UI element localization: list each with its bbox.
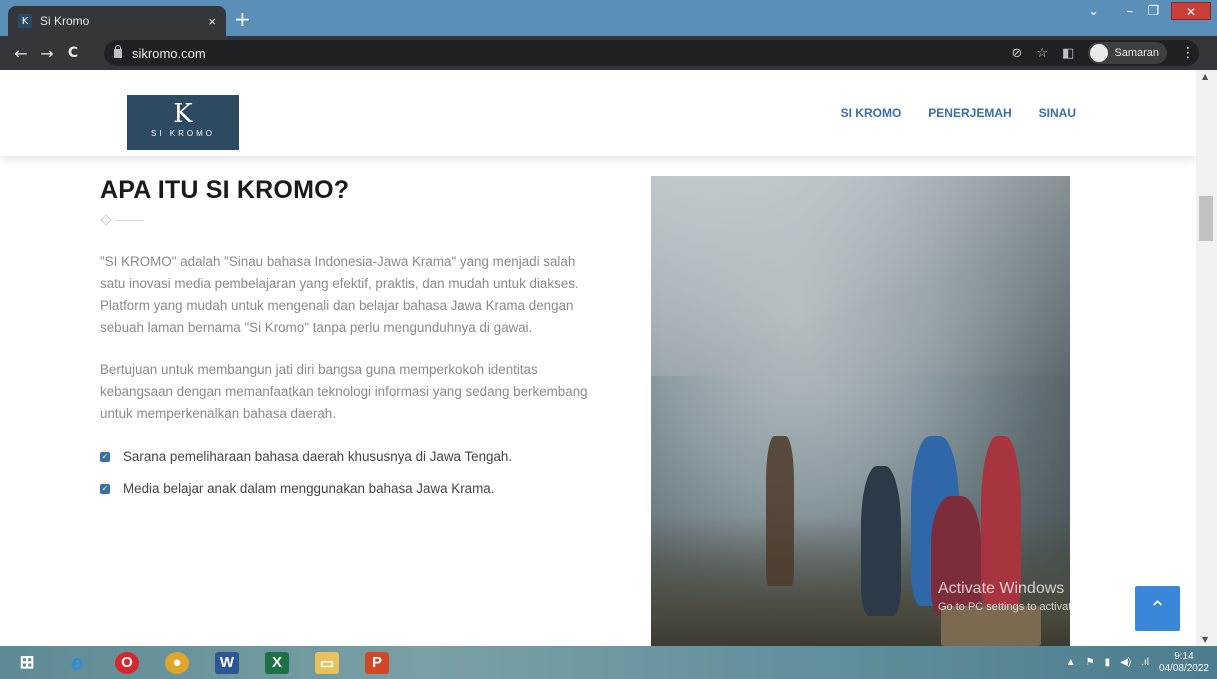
windows-taskbar: ⊞ e O ● W X ▭ P ▲ ⚑ ▮ ◀) .ıl 9:14 04/08/…	[0, 646, 1217, 679]
powerpoint-icon: P	[365, 651, 389, 674]
browser-menu-icon[interactable]: ⋮	[1181, 45, 1195, 61]
windows-logo-icon: ⊞	[19, 652, 35, 672]
new-tab-button[interactable]: +	[234, 8, 251, 30]
eye-off-icon[interactable]: ⊘	[1012, 46, 1023, 61]
minimize-button[interactable]: –	[1127, 4, 1134, 19]
browser-toolbar: ← → C sikromo.com ⊘ ☆ ◧ Samaran ⋮	[0, 36, 1217, 70]
list-item: ✓ Sarana pemeliharaan bahasa daerah khus…	[100, 449, 600, 464]
profile-label: Samaran	[1114, 47, 1159, 59]
system-tray: ▲ ⚑ ▮ ◀) .ıl 9:14 04/08/2022	[1066, 646, 1209, 679]
word-icon: W	[215, 651, 239, 674]
clock-time: 9:14	[1174, 650, 1194, 662]
chrome-icon: ●	[165, 651, 189, 674]
nav-sinau[interactable]: SINAU	[1039, 106, 1076, 120]
divider-line	[116, 220, 144, 221]
taskbar-excel[interactable]: X	[254, 648, 300, 678]
feature-checklist: ✓ Sarana pemeliharaan bahasa daerah khus…	[100, 449, 600, 496]
site-favicon-icon: K	[18, 14, 32, 28]
window-close-button[interactable]: ✕	[1171, 2, 1211, 20]
web-page: K SI KROMO SI KROMO PENERJEMAH SINAU APA…	[0, 70, 1196, 646]
scroll-thumb[interactable]	[1199, 196, 1213, 241]
taskbar-file-explorer[interactable]: ▭	[304, 648, 350, 678]
scroll-down-icon[interactable]: ▼	[1202, 635, 1208, 644]
purpose-paragraph: Bertujuan untuk membangun jati diri bang…	[100, 362, 588, 421]
folder-icon: ▭	[315, 651, 339, 674]
windows-start-button[interactable]: ⊞	[4, 648, 50, 678]
about-section: APA ITU SI KROMO? "SI KROMO" adalah "Sin…	[100, 176, 600, 513]
reload-button[interactable]: C	[60, 45, 86, 61]
system-clock[interactable]: 9:14 04/08/2022	[1159, 651, 1209, 675]
forward-button[interactable]: →	[34, 44, 60, 63]
heading-divider	[100, 211, 600, 231]
restore-button[interactable]: ❐	[1147, 4, 1159, 19]
action-center-flag-icon[interactable]: ⚑	[1086, 657, 1095, 668]
signal-icon[interactable]: .ıl	[1141, 657, 1149, 668]
taskbar-internet-explorer[interactable]: e	[54, 648, 100, 678]
activate-subtitle: Go to PC settings to activate Windows.	[938, 601, 1129, 613]
taskbar-word[interactable]: W	[204, 648, 250, 678]
site-logo[interactable]: K SI KROMO	[127, 95, 239, 150]
hero-photo	[651, 176, 1070, 646]
browser-tab[interactable]: K Si Kromo ×	[8, 6, 226, 36]
photo-roof	[651, 176, 1070, 376]
battery-icon[interactable]: ▮	[1105, 657, 1111, 668]
incognito-icon	[1090, 44, 1109, 62]
opera-icon: O	[115, 651, 139, 674]
list-item-text: Sarana pemeliharaan bahasa daerah khusus…	[123, 449, 513, 464]
logo-k-icon: K	[173, 99, 193, 129]
excel-icon: X	[265, 651, 289, 674]
main-nav: SI KROMO PENERJEMAH SINAU	[841, 106, 1076, 120]
tab-title: Si Kromo	[40, 14, 90, 28]
lock-icon[interactable]	[114, 44, 122, 58]
taskbar-chrome[interactable]: ●	[154, 648, 200, 678]
list-item: ✓ Media belajar anak dalam menggunakan b…	[100, 481, 600, 496]
url-text: sikromo.com	[132, 45, 206, 61]
activate-windows-watermark: Activate Windows Go to PC settings to ac…	[938, 580, 1128, 616]
child-figure	[861, 466, 901, 616]
tab-close-icon[interactable]: ×	[208, 14, 216, 29]
wayang-puppet	[766, 436, 794, 586]
scroll-to-top-button[interactable]: ⌃	[1135, 586, 1180, 631]
tab-search-icon[interactable]: ⌄	[1088, 4, 1099, 19]
side-panel-icon[interactable]: ◧	[1062, 46, 1074, 61]
scroll-up-icon[interactable]: ▲	[1202, 72, 1208, 81]
bookmark-star-icon[interactable]: ☆	[1036, 46, 1048, 61]
intro-paragraph: "SI KROMO" adalah "Sinau bahasa Indonesi…	[100, 254, 579, 335]
incognito-profile-button[interactable]: Samaran	[1088, 42, 1167, 64]
section-heading: APA ITU SI KROMO?	[100, 176, 350, 204]
toolbar-actions: ⊘ ☆ ◧ Samaran ⋮	[1012, 40, 1200, 66]
checkbox-icon: ✓	[100, 451, 110, 462]
logo-text: SI KROMO	[150, 129, 215, 138]
back-button[interactable]: ←	[8, 44, 34, 63]
diamond-icon	[100, 214, 112, 226]
activate-title: Activate Windows	[938, 580, 1065, 597]
nav-si-kromo[interactable]: SI KROMO	[841, 106, 902, 120]
list-item-text: Media belajar anak dalam menggunakan bah…	[123, 481, 495, 496]
address-bar[interactable]: sikromo.com ⊘ ☆ ◧ Samaran ⋮	[104, 40, 1199, 66]
checkbox-icon: ✓	[100, 483, 110, 494]
taskbar-powerpoint[interactable]: P	[354, 648, 400, 678]
clock-date: 04/08/2022	[1158, 662, 1209, 674]
browser-tabstrip: K Si Kromo × + ⌄ – ❐ ✕	[0, 0, 1217, 36]
page-scrollbar[interactable]: ▲ ▼	[1196, 70, 1217, 646]
volume-icon[interactable]: ◀)	[1120, 657, 1131, 668]
tray-expand-icon[interactable]: ▲	[1066, 657, 1076, 668]
nav-penerjemah[interactable]: PENERJEMAH	[928, 106, 1011, 120]
taskbar-opera[interactable]: O	[104, 648, 150, 678]
site-header: K SI KROMO SI KROMO PENERJEMAH SINAU	[0, 70, 1196, 156]
internet-explorer-icon: e	[70, 649, 84, 675]
